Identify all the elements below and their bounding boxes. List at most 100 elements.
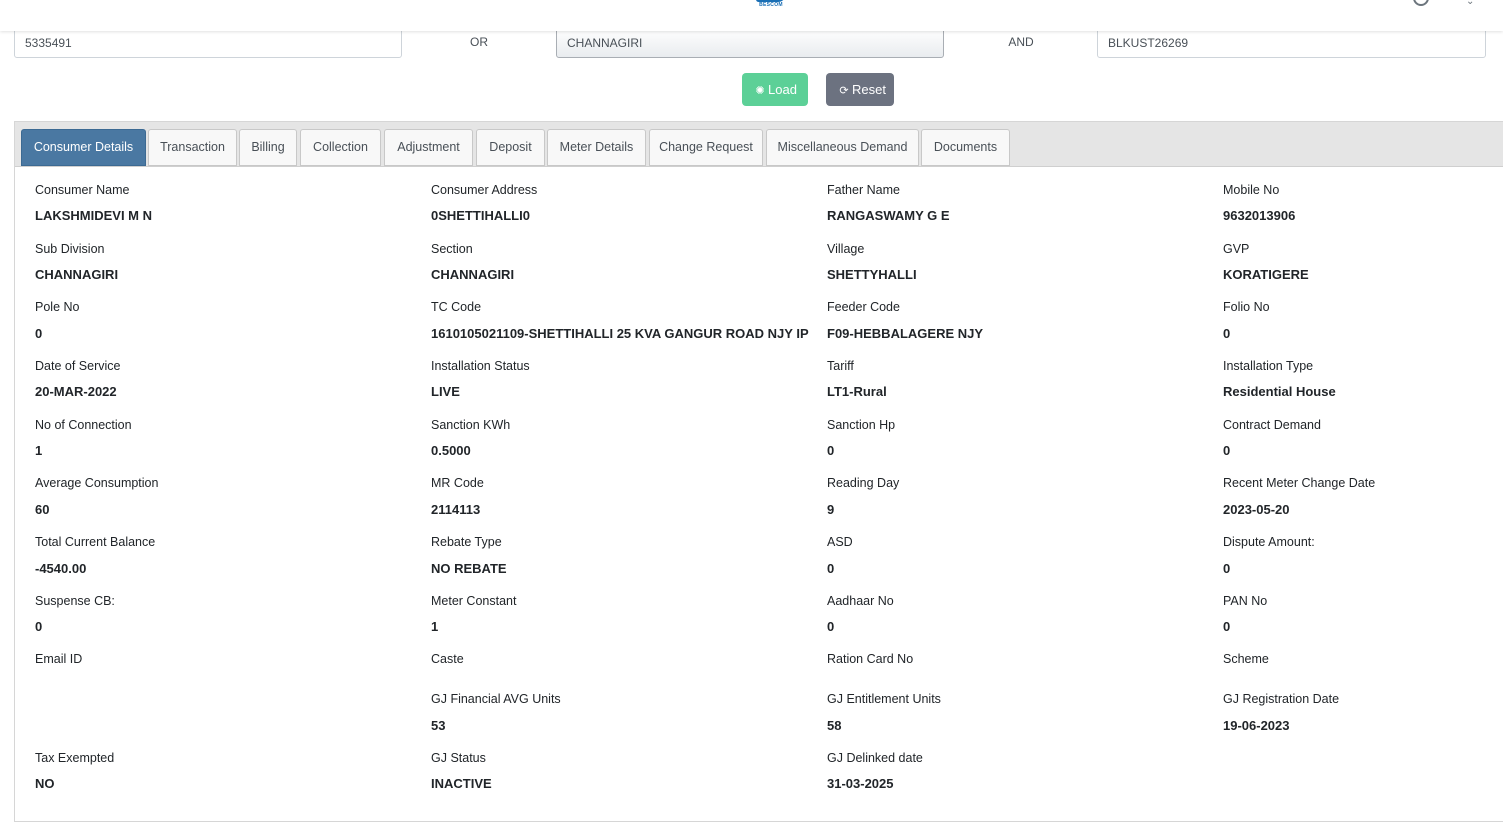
village-label: Village [827, 242, 865, 256]
suspense-cb-value: 0 [35, 619, 43, 634]
tax-exempted-label: Tax Exempted [35, 751, 115, 765]
scheme-label: Scheme [1223, 652, 1269, 666]
sanction-hp-label: Sanction Hp [827, 418, 896, 432]
mobile-no-value: 9632013906 [1223, 208, 1296, 223]
spinner-icon: ✺ [755, 85, 765, 97]
load-button-label: Load [768, 82, 797, 97]
gj-financial-avg-units-value: 53 [431, 718, 446, 733]
section-value: CHANNAGIRI [431, 267, 515, 282]
recent-meter-change-date-value: 2023-05-20 [1223, 502, 1290, 517]
gj-status-value: INACTIVE [431, 776, 492, 791]
gvp-label: GVP [1223, 242, 1250, 256]
user-circle-icon[interactable] [1413, 0, 1429, 6]
refresh-icon: ⟳ [839, 85, 849, 97]
top-header: BESCOM ⌄ [0, 0, 1503, 31]
suspense-cb-label: Suspense CB: [35, 594, 115, 608]
aadhaar-no-value: 0 [827, 619, 835, 634]
section-label: Section [431, 242, 473, 256]
bescom-logo[interactable]: BESCOM [754, 0, 788, 12]
mr-code-label: MR Code [431, 476, 484, 490]
sub-division-value: CHANNAGIRI [35, 267, 119, 282]
load-button[interactable]: ✺ Load [742, 73, 808, 106]
tab-billing[interactable]: Billing [239, 129, 297, 166]
contract-demand-label: Contract Demand [1223, 418, 1321, 432]
gj-status-label: GJ Status [431, 751, 486, 765]
tab-change-request[interactable]: Change Request [649, 129, 763, 166]
reading-day-value: 9 [827, 502, 835, 517]
gj-delinked-date-value: 31-03-2025 [827, 776, 894, 791]
gj-financial-avg-units-label: GJ Financial AVG Units [431, 692, 561, 706]
rr-number-field[interactable]: BLKUST26269 [1097, 27, 1486, 58]
no-of-connection-label: No of Connection [35, 418, 132, 432]
recent-meter-change-date-label: Recent Meter Change Date [1223, 476, 1376, 490]
tab-adjustment[interactable]: Adjustment [384, 129, 473, 166]
meter-constant-label: Meter Constant [431, 594, 517, 608]
village-value: SHETTYHALLI [827, 267, 917, 282]
reset-button[interactable]: ⟳ Reset [826, 73, 894, 106]
tab-meter-details[interactable]: Meter Details [547, 129, 646, 166]
gvp-value: KORATIGERE [1223, 267, 1309, 282]
or-separator: OR [470, 35, 488, 49]
dispute-amount-value: 0 [1223, 561, 1231, 576]
pole-no-value: 0 [35, 326, 43, 341]
mr-code-value: 2114113 [431, 502, 481, 517]
reading-day-label: Reading Day [827, 476, 900, 490]
ration-card-no-label: Ration Card No [827, 652, 914, 666]
consumer-name-label: Consumer Name [35, 183, 130, 197]
tax-exempted-value: NO [35, 776, 55, 791]
sub-division-select[interactable]: CHANNAGIRI [556, 27, 944, 58]
installation-type-label: Installation Type [1223, 359, 1314, 373]
rebate-type-value: NO REBATE [431, 561, 507, 576]
consumer-name-value: LAKSHMIDEVI M N [35, 208, 152, 223]
consumer-address-label: Consumer Address [431, 183, 538, 197]
tc-code-label: TC Code [431, 300, 482, 314]
average-consumption-value: 60 [35, 502, 50, 517]
consumer-address-value: 0SHETTIHALLI0 [431, 208, 530, 223]
installation-type-value: Residential House [1223, 384, 1336, 399]
average-consumption-label: Average Consumption [35, 476, 159, 490]
contract-demand-value: 0 [1223, 443, 1231, 458]
mobile-no-label: Mobile No [1223, 183, 1280, 197]
logo-text: BESCOM [759, 2, 783, 8]
consumer-panel: Consumer Details Transaction Billing Col… [14, 121, 1503, 822]
tariff-label: Tariff [827, 359, 854, 373]
tab-strip: Consumer Details Transaction Billing Col… [15, 122, 1503, 167]
total-current-balance-label: Total Current Balance [35, 535, 156, 549]
asd-value: 0 [827, 561, 835, 576]
feeder-code-label: Feeder Code [827, 300, 900, 314]
sub-division-label: Sub Division [35, 242, 105, 256]
gj-registration-date-label: GJ Registration Date [1223, 692, 1340, 706]
installation-status-value: LIVE [431, 384, 460, 399]
caret-down-icon[interactable]: ⌄ [1466, 0, 1474, 7]
asd-label: ASD [827, 535, 853, 549]
tab-miscellaneous-demand[interactable]: Miscellaneous Demand [766, 129, 919, 166]
sanction-kwh-value: 0.5000 [431, 443, 471, 458]
tab-deposit[interactable]: Deposit [476, 129, 545, 166]
account-id-field[interactable]: 5335491 [14, 27, 402, 58]
pan-no-value: 0 [1223, 619, 1231, 634]
pole-no-label: Pole No [35, 300, 80, 314]
dispute-amount-label: Dispute Amount: [1223, 535, 1315, 549]
father-name-label: Father Name [827, 183, 900, 197]
reset-button-label: Reset [852, 82, 886, 97]
tab-transaction[interactable]: Transaction [148, 129, 237, 166]
sanction-hp-value: 0 [827, 443, 835, 458]
and-separator: AND [1008, 35, 1034, 49]
tab-consumer-details[interactable]: Consumer Details [21, 129, 146, 166]
tab-collection[interactable]: Collection [300, 129, 381, 166]
rebate-type-label: Rebate Type [431, 535, 502, 549]
no-of-connection-value: 1 [35, 443, 43, 458]
email-id-label: Email ID [35, 652, 83, 666]
caste-label: Caste [431, 652, 464, 666]
total-current-balance-value: -4540.00 [35, 561, 87, 576]
folio-no-value: 0 [1223, 326, 1231, 341]
tab-documents[interactable]: Documents [921, 129, 1010, 166]
gj-entitlement-units-label: GJ Entitlement Units [827, 692, 941, 706]
tc-code-value: 1610105021109-SHETTIHALLI 25 KVA GANGUR … [431, 326, 809, 341]
date-of-service-value: 20-MAR-2022 [35, 384, 117, 399]
aadhaar-no-label: Aadhaar No [827, 594, 894, 608]
tariff-value: LT1-Rural [827, 384, 887, 399]
meter-constant-value: 1 [431, 619, 439, 634]
installation-status-label: Installation Status [431, 359, 530, 373]
folio-no-label: Folio No [1223, 300, 1270, 314]
